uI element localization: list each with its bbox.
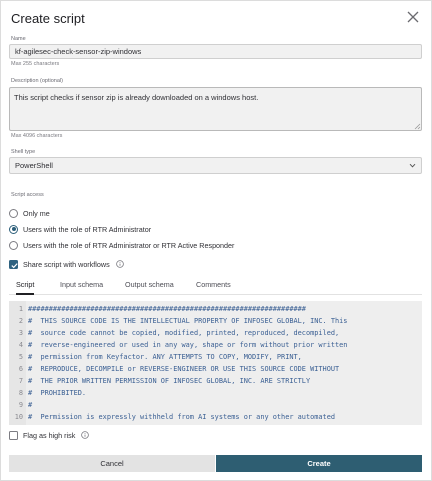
tab-comments[interactable]: Comments xyxy=(196,280,231,295)
name-input[interactable] xyxy=(9,44,422,59)
tab-script[interactable]: Script xyxy=(16,280,35,295)
chevron-down-icon xyxy=(409,163,416,168)
access-option-label: Users with the role of RTR Administrator… xyxy=(23,240,235,250)
line-number: 8 xyxy=(18,389,23,397)
code-line: 10 # Permission is expressly withheld fro… xyxy=(9,411,422,423)
line-number: 4 xyxy=(18,341,23,349)
code-line: 6 # REPRODUCE, DECOMPILE or REVERSE-ENGIN… xyxy=(9,363,422,375)
create-button[interactable]: Create xyxy=(216,455,422,472)
radio-rtr-admin[interactable] xyxy=(9,224,18,234)
flag-high-risk-label: Flag as high risk xyxy=(23,430,76,440)
access-option-rtr-admin[interactable]: Users with the role of RTR Administrator xyxy=(9,223,151,235)
shell-type-label: Shell type xyxy=(11,149,36,155)
code-editor[interactable]: 1 #######################################… xyxy=(9,301,422,425)
radio-only-me[interactable] xyxy=(9,208,18,218)
code-text: # REPRODUCE, DECOMPILE or REVERSE-ENGINE… xyxy=(28,365,340,373)
shell-type-value: PowerShell xyxy=(15,161,53,170)
code-text: # THE PRIOR WRITTEN PERMISSION OF INFOSE… xyxy=(28,377,311,385)
shell-type-select[interactable]: PowerShell xyxy=(9,157,422,174)
info-icon[interactable] xyxy=(115,260,124,268)
radio-rtr-admin-or-responder[interactable] xyxy=(9,240,18,250)
code-text: # PROHIBITED. xyxy=(28,389,87,397)
name-helper: Max 255 characters xyxy=(11,61,60,67)
code-text: # xyxy=(28,401,33,409)
close-icon[interactable] xyxy=(406,10,420,24)
line-number: 6 xyxy=(18,365,23,373)
share-workflows-checkbox[interactable] xyxy=(9,259,18,269)
tab-input-schema[interactable]: Input schema xyxy=(60,280,103,295)
modal-footer: Cancel Create xyxy=(9,455,422,472)
code-line: 8 # PROHIBITED. xyxy=(9,387,422,399)
flag-high-risk-checkbox[interactable] xyxy=(9,430,18,440)
code-line: 9 # xyxy=(9,399,422,411)
line-number: 7 xyxy=(18,377,23,385)
line-number: 10 xyxy=(14,413,23,421)
name-label: Name xyxy=(11,36,26,42)
code-text: # source code cannot be copied, modified… xyxy=(28,329,340,337)
code-line: 5 # permission from Keyfactor. ANY ATTEMP… xyxy=(9,351,422,363)
description-helper: Max 4096 characters xyxy=(11,133,63,139)
code-text: # reverse-engineered or used in any way,… xyxy=(28,341,348,349)
access-option-only-me[interactable]: Only me xyxy=(9,207,50,219)
code-text: # THIS SOURCE CODE IS THE INTELLECTUAL P… xyxy=(28,317,348,325)
flag-high-risk-row[interactable]: Flag as high risk xyxy=(9,429,90,441)
share-workflows-row[interactable]: Share script with workflows xyxy=(9,258,124,270)
description-label: Description (optional) xyxy=(11,78,63,84)
script-tabs: Script Input schema Output schema Commen… xyxy=(9,277,422,295)
line-number: 2 xyxy=(18,317,23,325)
access-option-label: Users with the role of RTR Administrator xyxy=(23,224,152,234)
line-number: 3 xyxy=(18,329,23,337)
line-number: 1 xyxy=(18,305,23,313)
script-access-label: Script access xyxy=(11,192,44,198)
access-option-rtr-admin-or-responder[interactable]: Users with the role of RTR Administrator… xyxy=(9,239,234,251)
share-workflows-label: Share script with workflows xyxy=(23,259,110,269)
code-text: # permission from Keyfactor. ANY ATTEMPT… xyxy=(28,353,302,361)
code-text: # Permission is expressly withheld from … xyxy=(28,413,335,421)
modal-title: Create script xyxy=(11,11,85,26)
resize-grip-icon[interactable] xyxy=(414,123,421,130)
code-text: ########################################… xyxy=(28,305,306,313)
create-script-modal: Create script Name Max 255 characters De… xyxy=(0,0,432,481)
code-line: 4 # reverse-engineered or used in any way… xyxy=(9,339,422,351)
description-input[interactable]: This script checks if sensor zip is alre… xyxy=(9,87,422,131)
checkmark-icon xyxy=(11,262,18,268)
code-line: 7 # THE PRIOR WRITTEN PERMISSION OF INFOS… xyxy=(9,375,422,387)
tab-output-schema[interactable]: Output schema xyxy=(125,280,174,295)
code-line: 2 # THIS SOURCE CODE IS THE INTELLECTUAL … xyxy=(9,315,422,327)
code-line: 3 # source code cannot be copied, modifie… xyxy=(9,327,422,339)
line-number: 5 xyxy=(18,353,23,361)
cancel-button[interactable]: Cancel xyxy=(9,455,215,472)
access-option-label: Only me xyxy=(23,208,50,218)
code-line: 1 #######################################… xyxy=(9,303,422,315)
info-icon[interactable] xyxy=(81,431,90,439)
line-number: 9 xyxy=(18,401,23,409)
